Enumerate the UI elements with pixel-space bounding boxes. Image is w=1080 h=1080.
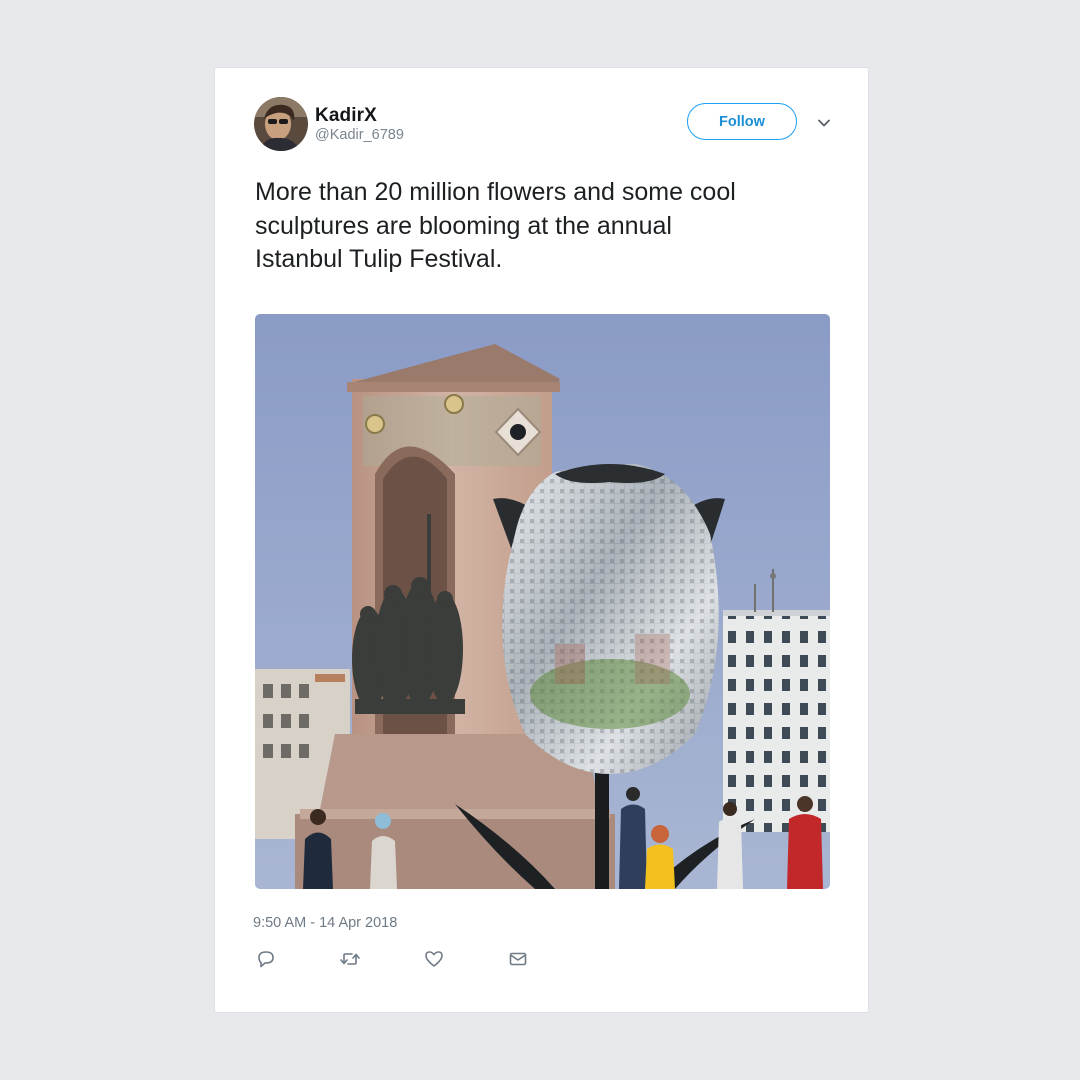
tweet-photo[interactable] — [255, 314, 830, 889]
envelope-icon[interactable] — [505, 946, 531, 972]
avatar[interactable] — [254, 97, 308, 151]
heart-icon[interactable] — [421, 946, 447, 972]
tweet-text: More than 20 million flowers and some co… — [255, 178, 736, 273]
tweet-card: KadirX @Kadir_6789 Follow More than 20 m… — [214, 67, 869, 1013]
reply-icon[interactable] — [253, 946, 279, 972]
follow-button[interactable]: Follow — [687, 103, 797, 140]
chevron-down-icon[interactable] — [813, 112, 835, 134]
tweet-timestamp[interactable]: 9:50 AM - 14 Apr 2018 — [253, 915, 397, 931]
display-name[interactable]: KadirX — [315, 105, 377, 127]
retweet-icon[interactable] — [337, 946, 363, 972]
user-handle[interactable]: @Kadir_6789 — [315, 127, 404, 143]
